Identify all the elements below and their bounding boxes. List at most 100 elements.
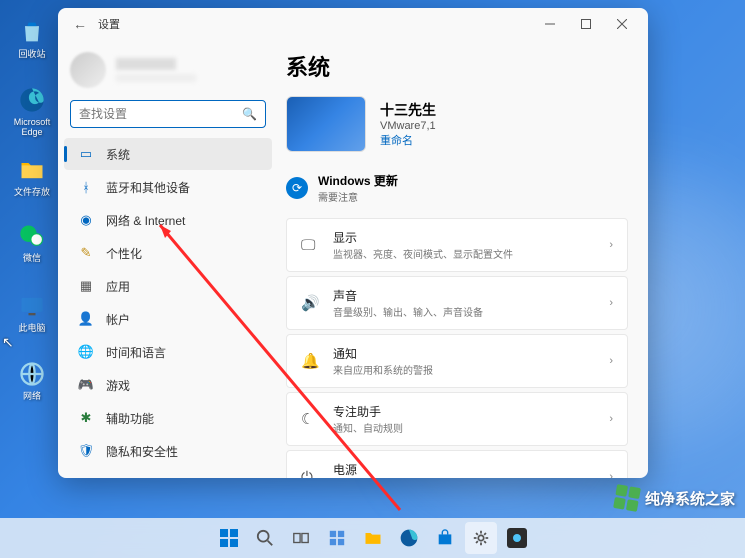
power-icon: ⏻ — [301, 469, 319, 479]
profile-name-redacted — [116, 58, 176, 70]
sidebar-item-windows-update[interactable]: ⟳ Windows 更新 — [64, 468, 272, 478]
windows-update-status[interactable]: ⟳ Windows 更新 需要注意 — [286, 166, 628, 218]
taskbar — [0, 518, 745, 558]
maximize-button[interactable] — [568, 10, 604, 38]
sidebar-item-time-language[interactable]: 🌐 时间和语言 — [64, 336, 272, 368]
moon-icon: ☾ — [301, 410, 319, 428]
taskbar-app[interactable] — [501, 522, 533, 554]
sidebar-item-gaming[interactable]: 🎮 游戏 — [64, 369, 272, 401]
update-subtitle: 需要注意 — [318, 189, 398, 204]
user-profile[interactable] — [58, 46, 278, 94]
card-title: 电源 — [333, 461, 595, 478]
pc-model: VMware7,1 — [380, 120, 436, 132]
search-box[interactable]: 🔍 — [70, 100, 266, 128]
folder-icon — [16, 154, 48, 186]
pc-rename-link[interactable]: 重命名 — [380, 132, 436, 148]
game-icon: 🎮 — [78, 377, 94, 393]
desktop-icon-label: 此电脑 — [10, 324, 54, 334]
accessibility-icon: ✱ — [78, 410, 94, 426]
wifi-icon: ◉ — [78, 212, 94, 228]
desktop-icon-recycle-bin[interactable]: 回收站 — [10, 16, 54, 60]
watermark: 纯净系统之家 — [615, 486, 735, 510]
desktop-icon-edge[interactable]: Microsoft Edge — [10, 84, 54, 138]
card-desc: 来自应用和系统的警报 — [333, 362, 595, 377]
sidebar-item-label: 游戏 — [106, 377, 130, 394]
chevron-right-icon: › — [609, 297, 613, 309]
sidebar-item-accounts[interactable]: 👤 帐户 — [64, 303, 272, 335]
sidebar-item-system[interactable]: ▭ 系统 — [64, 138, 272, 170]
taskbar-widgets[interactable] — [321, 522, 353, 554]
settings-card-sound[interactable]: 🔊 声音 音量级别、输出、输入、声音设备 › — [286, 276, 628, 330]
taskbar-taskview[interactable] — [285, 522, 317, 554]
update-title: Windows 更新 — [318, 172, 398, 189]
wechat-icon — [16, 220, 48, 252]
taskbar-store[interactable] — [429, 522, 461, 554]
card-desc: 音量级别、输出、输入、声音设备 — [333, 304, 595, 319]
sidebar-item-label: 网络 & Internet — [106, 212, 185, 229]
avatar — [70, 52, 106, 88]
display-icon: 🖵 — [301, 237, 319, 254]
sidebar: 🔍 ▭ 系统 ᚼ 蓝牙和其他设备 ◉ 网络 & Internet ✎ 个性化 ▦… — [58, 40, 278, 478]
sidebar-item-label: 帐户 — [106, 311, 130, 328]
chevron-right-icon: › — [609, 471, 613, 478]
sound-icon: 🔊 — [301, 294, 319, 312]
desktop-icon-folder[interactable]: 文件存放 — [10, 154, 54, 198]
close-button[interactable] — [604, 10, 640, 38]
brush-icon: ✎ — [78, 245, 94, 261]
card-title: 通知 — [333, 345, 595, 362]
desktop-icon-wechat[interactable]: 微信 — [10, 220, 54, 264]
sidebar-item-accessibility[interactable]: ✱ 辅助功能 — [64, 402, 272, 434]
desktop-icon-label: 网络 — [10, 392, 54, 402]
sidebar-item-label: 辅助功能 — [106, 410, 154, 427]
card-title: 专注助手 — [333, 403, 595, 420]
sidebar-item-label: 隐私和安全性 — [106, 443, 178, 460]
settings-card-focus-assist[interactable]: ☾ 专注助手 通知、自动规则 › — [286, 392, 628, 446]
page-title: 系统 — [286, 50, 628, 82]
main-content: 系统 十三先生 VMware7,1 重命名 ⟳ Windows 更新 需要注意 … — [278, 40, 648, 478]
chevron-right-icon: › — [609, 239, 613, 251]
bluetooth-icon: ᚼ — [78, 179, 94, 195]
network-icon — [16, 358, 48, 390]
sidebar-item-apps[interactable]: ▦ 应用 — [64, 270, 272, 302]
update-icon: ⟳ — [78, 476, 94, 478]
start-button[interactable] — [213, 522, 245, 554]
minimize-button[interactable] — [532, 10, 568, 38]
edge-icon — [16, 84, 48, 116]
chevron-right-icon: › — [609, 355, 613, 367]
desktop-icon-label: 回收站 — [10, 50, 54, 60]
sidebar-item-label: 个性化 — [106, 245, 142, 262]
settings-card-notifications[interactable]: 🔔 通知 来自应用和系统的警报 › — [286, 334, 628, 388]
settings-card-power[interactable]: ⏻ 电源 睡眠、电池使用情况、节电模式 › — [286, 450, 628, 478]
apps-icon: ▦ — [78, 278, 94, 294]
sidebar-item-label: Windows 更新 — [106, 476, 182, 479]
system-icon: ▭ — [78, 146, 94, 162]
taskbar-settings[interactable] — [465, 522, 497, 554]
chevron-right-icon: › — [609, 413, 613, 425]
taskbar-search[interactable] — [249, 522, 281, 554]
recycle-bin-icon — [16, 16, 48, 48]
search-input[interactable] — [79, 107, 242, 121]
pc-name: 十三先生 — [380, 100, 436, 120]
card-desc: 通知、自动规则 — [333, 420, 595, 435]
settings-card-display[interactable]: 🖵 显示 监视器、亮度、夜间模式、显示配置文件 › — [286, 218, 628, 272]
sidebar-item-privacy[interactable]: 🛡 隐私和安全性 — [64, 435, 272, 467]
sidebar-item-label: 系统 — [106, 146, 130, 163]
pc-info-block: 十三先生 VMware7,1 重命名 — [286, 96, 628, 152]
taskbar-explorer[interactable] — [357, 522, 389, 554]
mouse-cursor: ↖ — [2, 334, 14, 351]
sidebar-item-network[interactable]: ◉ 网络 & Internet — [64, 204, 272, 236]
desktop-icon-this-pc[interactable]: 此电脑 — [10, 290, 54, 334]
taskbar-edge[interactable] — [393, 522, 425, 554]
back-button[interactable]: ← — [66, 16, 94, 32]
sidebar-item-personalization[interactable]: ✎ 个性化 — [64, 237, 272, 269]
pc-monitor-thumbnail — [286, 96, 366, 152]
sidebar-item-bluetooth[interactable]: ᚼ 蓝牙和其他设备 — [64, 171, 272, 203]
sidebar-item-label: 时间和语言 — [106, 344, 166, 361]
profile-email-redacted — [116, 74, 196, 82]
desktop-icon-network[interactable]: 网络 — [10, 358, 54, 402]
card-desc: 监视器、亮度、夜间模式、显示配置文件 — [333, 246, 595, 261]
bell-icon: 🔔 — [301, 352, 319, 370]
watermark-logo-icon — [613, 484, 641, 512]
desktop-icon-label: Microsoft Edge — [10, 118, 54, 138]
settings-window: ← 设置 🔍 ▭ 系统 ᚼ 蓝 — [58, 8, 648, 478]
